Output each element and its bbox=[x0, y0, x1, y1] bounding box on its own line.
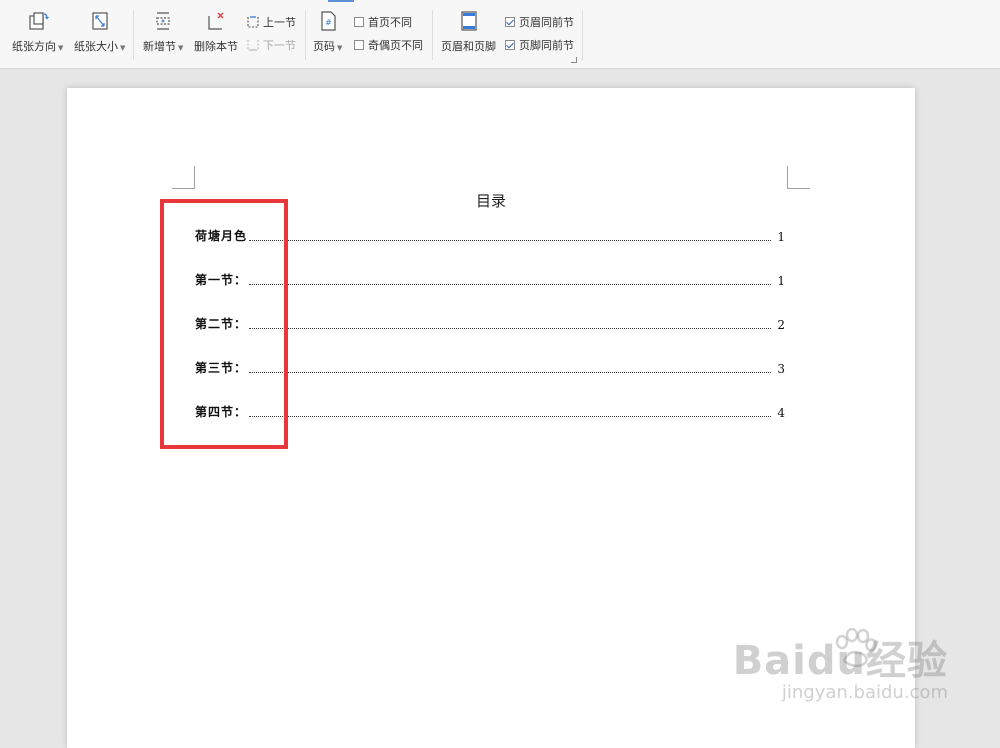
prev-section-icon bbox=[247, 16, 259, 28]
odd-even-different-checkbox[interactable]: 奇偶页不同 bbox=[354, 37, 423, 53]
toc-leader-dots bbox=[249, 372, 771, 373]
first-page-different-label: 首页不同 bbox=[368, 16, 412, 29]
delete-section-icon bbox=[208, 12, 224, 30]
toc-leader-dots bbox=[249, 328, 771, 329]
page-number-label: 页码 bbox=[313, 40, 335, 53]
watermark-brand: Baidu经验 bbox=[732, 638, 948, 684]
header-footer-button[interactable]: 页眉和页脚 bbox=[441, 10, 496, 60]
ribbon-tab-accent bbox=[328, 0, 354, 2]
next-section-button[interactable]: 下一节 bbox=[246, 37, 296, 53]
paper-orientation-button[interactable]: 纸张方向 ▼ bbox=[12, 10, 63, 60]
paper-size-icon bbox=[92, 12, 108, 30]
header-same-as-prev-label: 页眉同前节 bbox=[519, 16, 574, 29]
checkbox-checked[interactable] bbox=[505, 17, 515, 27]
toc-entry-page: 3 bbox=[777, 362, 785, 376]
baidu-watermark: Baidu经验 jingyan.baidu.com bbox=[733, 628, 948, 703]
page-number-icon: # bbox=[321, 11, 336, 31]
new-section-icon bbox=[156, 12, 170, 30]
prev-section-button[interactable]: 上一节 bbox=[246, 14, 296, 30]
toc-entry-page: 2 bbox=[777, 318, 785, 332]
new-section-button[interactable]: 新增节 ▼ bbox=[143, 10, 183, 60]
first-page-different-checkbox[interactable]: 首页不同 bbox=[354, 14, 412, 30]
paper-size-label: 纸张大小 bbox=[74, 40, 118, 53]
chevron-down-icon: ▼ bbox=[337, 44, 343, 52]
toc-entry-page: 4 bbox=[777, 406, 785, 420]
ribbon-separator bbox=[582, 10, 583, 60]
chevron-down-icon: ▼ bbox=[120, 44, 126, 52]
ribbon-separator bbox=[133, 10, 134, 60]
next-section-label: 下一节 bbox=[263, 39, 296, 52]
odd-even-different-label: 奇偶页不同 bbox=[368, 39, 423, 52]
footer-same-as-prev-label: 页脚同前节 bbox=[519, 39, 574, 52]
checkbox-unchecked[interactable] bbox=[354, 17, 364, 27]
crop-mark-top-right bbox=[787, 166, 810, 189]
checkbox-checked[interactable] bbox=[505, 40, 515, 50]
paper-orientation-label: 纸张方向 bbox=[12, 40, 56, 53]
paper-size-button[interactable]: 纸张大小 ▼ bbox=[74, 10, 125, 60]
header-same-as-prev-checkbox[interactable]: 页眉同前节 bbox=[505, 14, 574, 30]
prev-section-label: 上一节 bbox=[263, 16, 296, 29]
red-highlight-box bbox=[160, 199, 288, 449]
crop-mark-top-left bbox=[172, 166, 195, 189]
toc-leader-dots bbox=[249, 240, 771, 241]
dialog-launcher-icon[interactable] bbox=[571, 57, 577, 63]
delete-section-label: 删除本节 bbox=[194, 40, 238, 53]
page-number-button[interactable]: # 页码 ▼ bbox=[313, 10, 342, 60]
toc-leader-dots bbox=[249, 284, 771, 285]
checkbox-unchecked[interactable] bbox=[354, 40, 364, 50]
ribbon-separator bbox=[305, 10, 306, 60]
header-footer-icon bbox=[460, 11, 477, 31]
ribbon-separator bbox=[432, 10, 433, 60]
toc-leader-dots bbox=[249, 416, 771, 417]
ribbon-toolbar: 纸张方向 ▼ 纸张大小 ▼ 新增节 ▼ 删除本节 上一节 下一节 # 页码 ▼ … bbox=[0, 0, 1000, 69]
header-footer-label: 页眉和页脚 bbox=[441, 40, 496, 53]
chevron-down-icon: ▼ bbox=[58, 44, 64, 52]
svg-text:#: # bbox=[325, 18, 332, 27]
paper-orientation-icon bbox=[29, 12, 49, 30]
new-section-label: 新增节 bbox=[143, 40, 176, 53]
toc-entry-page: 1 bbox=[777, 274, 785, 288]
delete-section-button[interactable]: 删除本节 bbox=[194, 10, 238, 60]
next-section-icon bbox=[247, 40, 259, 51]
footer-same-as-prev-checkbox[interactable]: 页脚同前节 bbox=[505, 37, 574, 53]
toc-entry-page: 1 bbox=[777, 230, 785, 244]
chevron-down-icon: ▼ bbox=[178, 44, 184, 52]
